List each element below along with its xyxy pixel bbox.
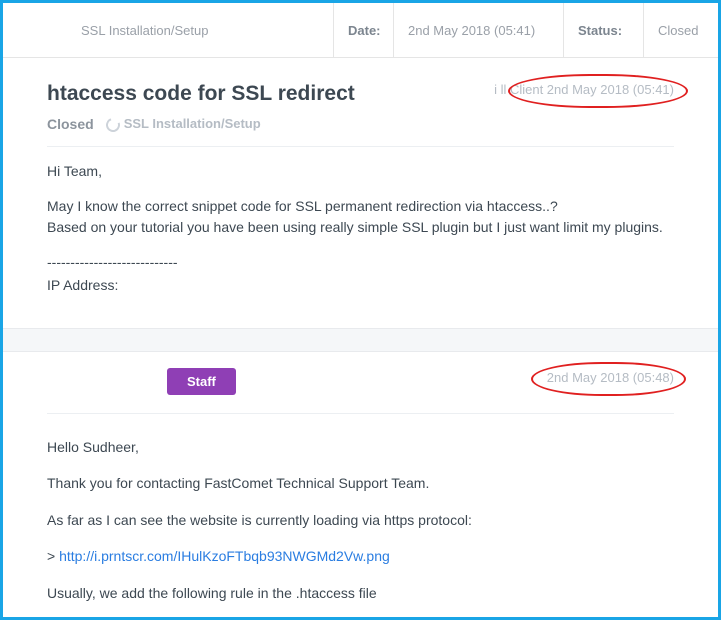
msg-dashes: ---------------------------- [47, 252, 674, 273]
reply-separator [3, 328, 718, 352]
reply-line1: Thank you for contacting FastComet Techn… [47, 472, 674, 494]
divider [47, 146, 674, 147]
header-category: SSL Installation/Setup [3, 3, 333, 57]
reply-header: Staff 2nd May 2018 (05:48) [3, 352, 718, 413]
reply-line2: As far as I can see the website is curre… [47, 509, 674, 531]
header-status-label: Status: [563, 3, 643, 57]
reply-timestamp: 2nd May 2018 (05:48) [547, 370, 674, 385]
msg-greeting: Hi Team, [47, 161, 674, 182]
ticket-department: SSL Installation/Setup [124, 116, 261, 131]
header-status-value: Closed [643, 3, 718, 57]
ticket-meta: Closed SSL Installation/Setup [47, 116, 674, 132]
reply-line3: Usually, we add the following rule in th… [47, 582, 674, 604]
msg-ip-label: IP Address: [47, 275, 674, 296]
refresh-icon: SSL Installation/Setup [106, 116, 261, 132]
ticket-detail: htaccess code for SSL redirect i ll Clie… [3, 58, 718, 328]
ticket-header-row: SSL Installation/Setup Date: 2nd May 201… [3, 3, 718, 58]
link-prefix: > [47, 548, 59, 564]
msg-main: May I know the correct snippet code for … [47, 196, 674, 238]
reply-link-line: > http://i.prntscr.com/IHulKzoFTbqb93NWG… [47, 545, 674, 567]
staff-badge: Staff [167, 368, 236, 395]
divider [47, 413, 674, 414]
reply-greeting: Hello Sudheer, [47, 436, 674, 458]
ticket-status: Closed [47, 116, 94, 132]
ticket-client-timestamp: i ll Client 2nd May 2018 (05:41) [494, 82, 674, 97]
header-date-value: 2nd May 2018 (05:41) [393, 3, 563, 57]
header-date-label: Date: [333, 3, 393, 57]
screenshot-link[interactable]: http://i.prntscr.com/IHulKzoFTbqb93NWGMd… [59, 548, 390, 564]
ticket-message-body: Hi Team, May I know the correct snippet … [47, 161, 674, 296]
reply-body: Hello Sudheer, Thank you for contacting … [3, 430, 718, 604]
